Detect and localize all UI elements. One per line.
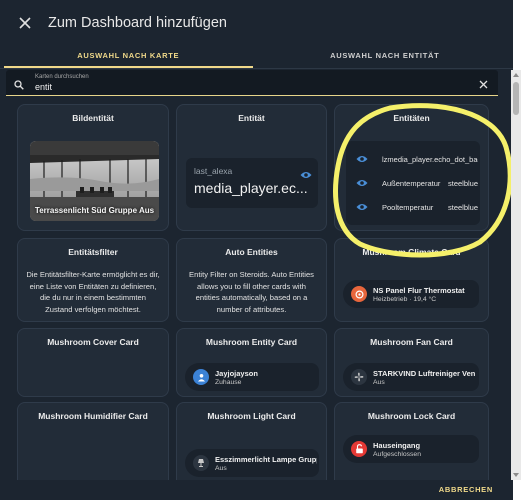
card-title: Entitäten bbox=[393, 113, 430, 123]
scrollbar-track[interactable] bbox=[511, 70, 521, 480]
card-mushroom-humidifier[interactable]: Mushroom Humidifier Card bbox=[17, 402, 169, 492]
dialog-title: Zum Dashboard hinzufügen bbox=[48, 15, 227, 31]
card-entitaeten[interactable]: Entitäten lzmedia_player.echo_dot_badezi… bbox=[334, 104, 489, 231]
scroll-up-icon[interactable] bbox=[513, 72, 519, 78]
entity-preview: last_alexa media_player.ec... bbox=[186, 158, 318, 208]
entity-state: steelblue bbox=[448, 202, 479, 212]
entity-name: Esszimmerlicht Lampe Grupp... bbox=[215, 455, 317, 464]
card-title: Mushroom Lock Card bbox=[367, 411, 456, 421]
entity-name: Jayjojayson bbox=[215, 369, 258, 378]
entity-state: Aufgeschlossen bbox=[373, 451, 421, 458]
entity-name: lzmedia_player.echo_dot_badezimmer bbox=[382, 154, 478, 164]
card-title: Mushroom Humidifier Card bbox=[38, 411, 148, 421]
search-icon bbox=[14, 77, 24, 95]
card-title: Auto Entities bbox=[225, 247, 278, 257]
tab-bar: AUSWAHL NACH KARTE AUSWAHL NACH ENTITÄT bbox=[0, 46, 513, 66]
close-icon[interactable] bbox=[14, 12, 36, 34]
lamp-icon bbox=[193, 455, 209, 471]
climate-preview: NS Panel Flur Thermostat Heizbetrieb · 1… bbox=[343, 280, 479, 308]
list-item: Außentemperatur steelblue bbox=[346, 173, 480, 193]
add-to-dashboard-dialog: Zum Dashboard hinzufügen AUSWAHL NACH KA… bbox=[0, 0, 513, 500]
entity-preview: Jayjojayson Zuhause bbox=[185, 363, 319, 391]
card-mushroom-fan[interactable]: Mushroom Fan Card STARKVIND Luftreiniger… bbox=[334, 328, 489, 397]
card-mushroom-cover[interactable]: Mushroom Cover Card bbox=[17, 328, 169, 397]
card-search-field[interactable]: Karten durchsuchen bbox=[6, 70, 498, 96]
card-mushroom-light[interactable]: Mushroom Light Card Esszimmerlicht Lampe… bbox=[176, 402, 327, 492]
card-title: Mushroom Entity Card bbox=[205, 337, 298, 347]
dialog-footer bbox=[0, 480, 513, 500]
entity-name: Pooltemperatur bbox=[382, 202, 434, 212]
fan-icon bbox=[351, 369, 367, 385]
card-mushroom-lock[interactable]: Mushroom Lock Card Hauseingang Aufgeschl… bbox=[334, 402, 489, 492]
card-description: Entity Filter on Steroids. Auto Entities… bbox=[189, 270, 314, 314]
card-title: Entitätsfilter bbox=[68, 247, 118, 257]
entity-state: media_player.ec... bbox=[194, 180, 308, 196]
card-title: Mushroom Climate Card bbox=[362, 247, 461, 257]
lock-open-icon bbox=[351, 441, 367, 457]
scrollbar-thumb[interactable] bbox=[513, 82, 519, 115]
cancel-button[interactable]: ABBRECHEN bbox=[439, 485, 493, 494]
person-icon bbox=[193, 369, 209, 385]
entity-state: Heizbetrieb · 19,4 °C bbox=[373, 296, 437, 303]
eye-icon bbox=[356, 150, 368, 168]
card-title: Mushroom Light Card bbox=[207, 411, 296, 421]
picture-entity-image: Terrassenlicht Süd Gruppe Aus bbox=[30, 141, 159, 221]
entity-name: NS Panel Flur Thermostat bbox=[373, 286, 465, 295]
picture-caption: Terrassenlicht Süd Gruppe Aus bbox=[34, 206, 155, 215]
entity-name: STARKVIND Luftreiniger Vent... bbox=[373, 369, 475, 378]
card-auto-entities[interactable]: Auto Entities Entity Filter on Steroids.… bbox=[176, 238, 327, 322]
close-icon[interactable] bbox=[479, 76, 488, 94]
entity-state: Aus bbox=[215, 465, 227, 472]
card-entitaetsfilter[interactable]: Entitätsfilter Die Entitätsfilter-Karte … bbox=[17, 238, 169, 322]
tab-by-entity[interactable]: AUSWAHL NACH ENTITÄT bbox=[257, 46, 514, 66]
card-title: Mushroom Cover Card bbox=[47, 337, 139, 347]
card-entitaet[interactable]: Entität last_alexa media_player.ec... bbox=[176, 104, 327, 231]
list-item: lzmedia_player.echo_dot_badezimmer bbox=[346, 149, 480, 169]
tab-by-card[interactable]: AUSWAHL NACH KARTE bbox=[0, 46, 257, 66]
list-item: Pooltemperatur steelblue bbox=[346, 197, 480, 217]
card-title: Mushroom Fan Card bbox=[370, 337, 453, 347]
eye-icon bbox=[300, 166, 312, 184]
search-label: Karten durchsuchen bbox=[35, 74, 89, 80]
entity-state: Aus bbox=[373, 379, 385, 386]
card-mushroom-climate[interactable]: Mushroom Climate Card NS Panel Flur Ther… bbox=[334, 238, 489, 322]
entity-name: last_alexa bbox=[194, 166, 233, 176]
entity-state: steelblue bbox=[448, 178, 479, 188]
card-title: Entität bbox=[238, 113, 265, 123]
card-description: Die Entitätsfilter-Karte ermöglicht es d… bbox=[26, 270, 160, 314]
entities-list: lzmedia_player.echo_dot_badezimmer Außen… bbox=[346, 141, 480, 225]
light-preview: Esszimmerlicht Lampe Grupp... Aus bbox=[185, 449, 319, 477]
entity-state: Zuhause bbox=[215, 379, 242, 386]
search-input[interactable] bbox=[35, 82, 435, 92]
eye-icon bbox=[356, 198, 368, 216]
dialog-header: Zum Dashboard hinzufügen bbox=[0, 0, 513, 46]
card-title: Bildentität bbox=[72, 113, 114, 123]
card-mushroom-entity[interactable]: Mushroom Entity Card Jayjojayson Zuhause bbox=[176, 328, 327, 397]
eye-icon bbox=[356, 174, 368, 192]
tab-divider bbox=[0, 68, 513, 69]
entity-name: Außentemperatur bbox=[382, 178, 441, 188]
lock-preview: Hauseingang Aufgeschlossen bbox=[343, 435, 479, 463]
fan-preview: STARKVIND Luftreiniger Vent... Aus bbox=[343, 363, 479, 391]
thermostat-icon bbox=[351, 286, 367, 302]
entity-name: Hauseingang bbox=[373, 441, 421, 450]
card-bildentitaet[interactable]: Bildentität Terrassenlicht Süd Gruppe Au… bbox=[17, 104, 169, 231]
scroll-down-icon[interactable] bbox=[513, 472, 519, 478]
